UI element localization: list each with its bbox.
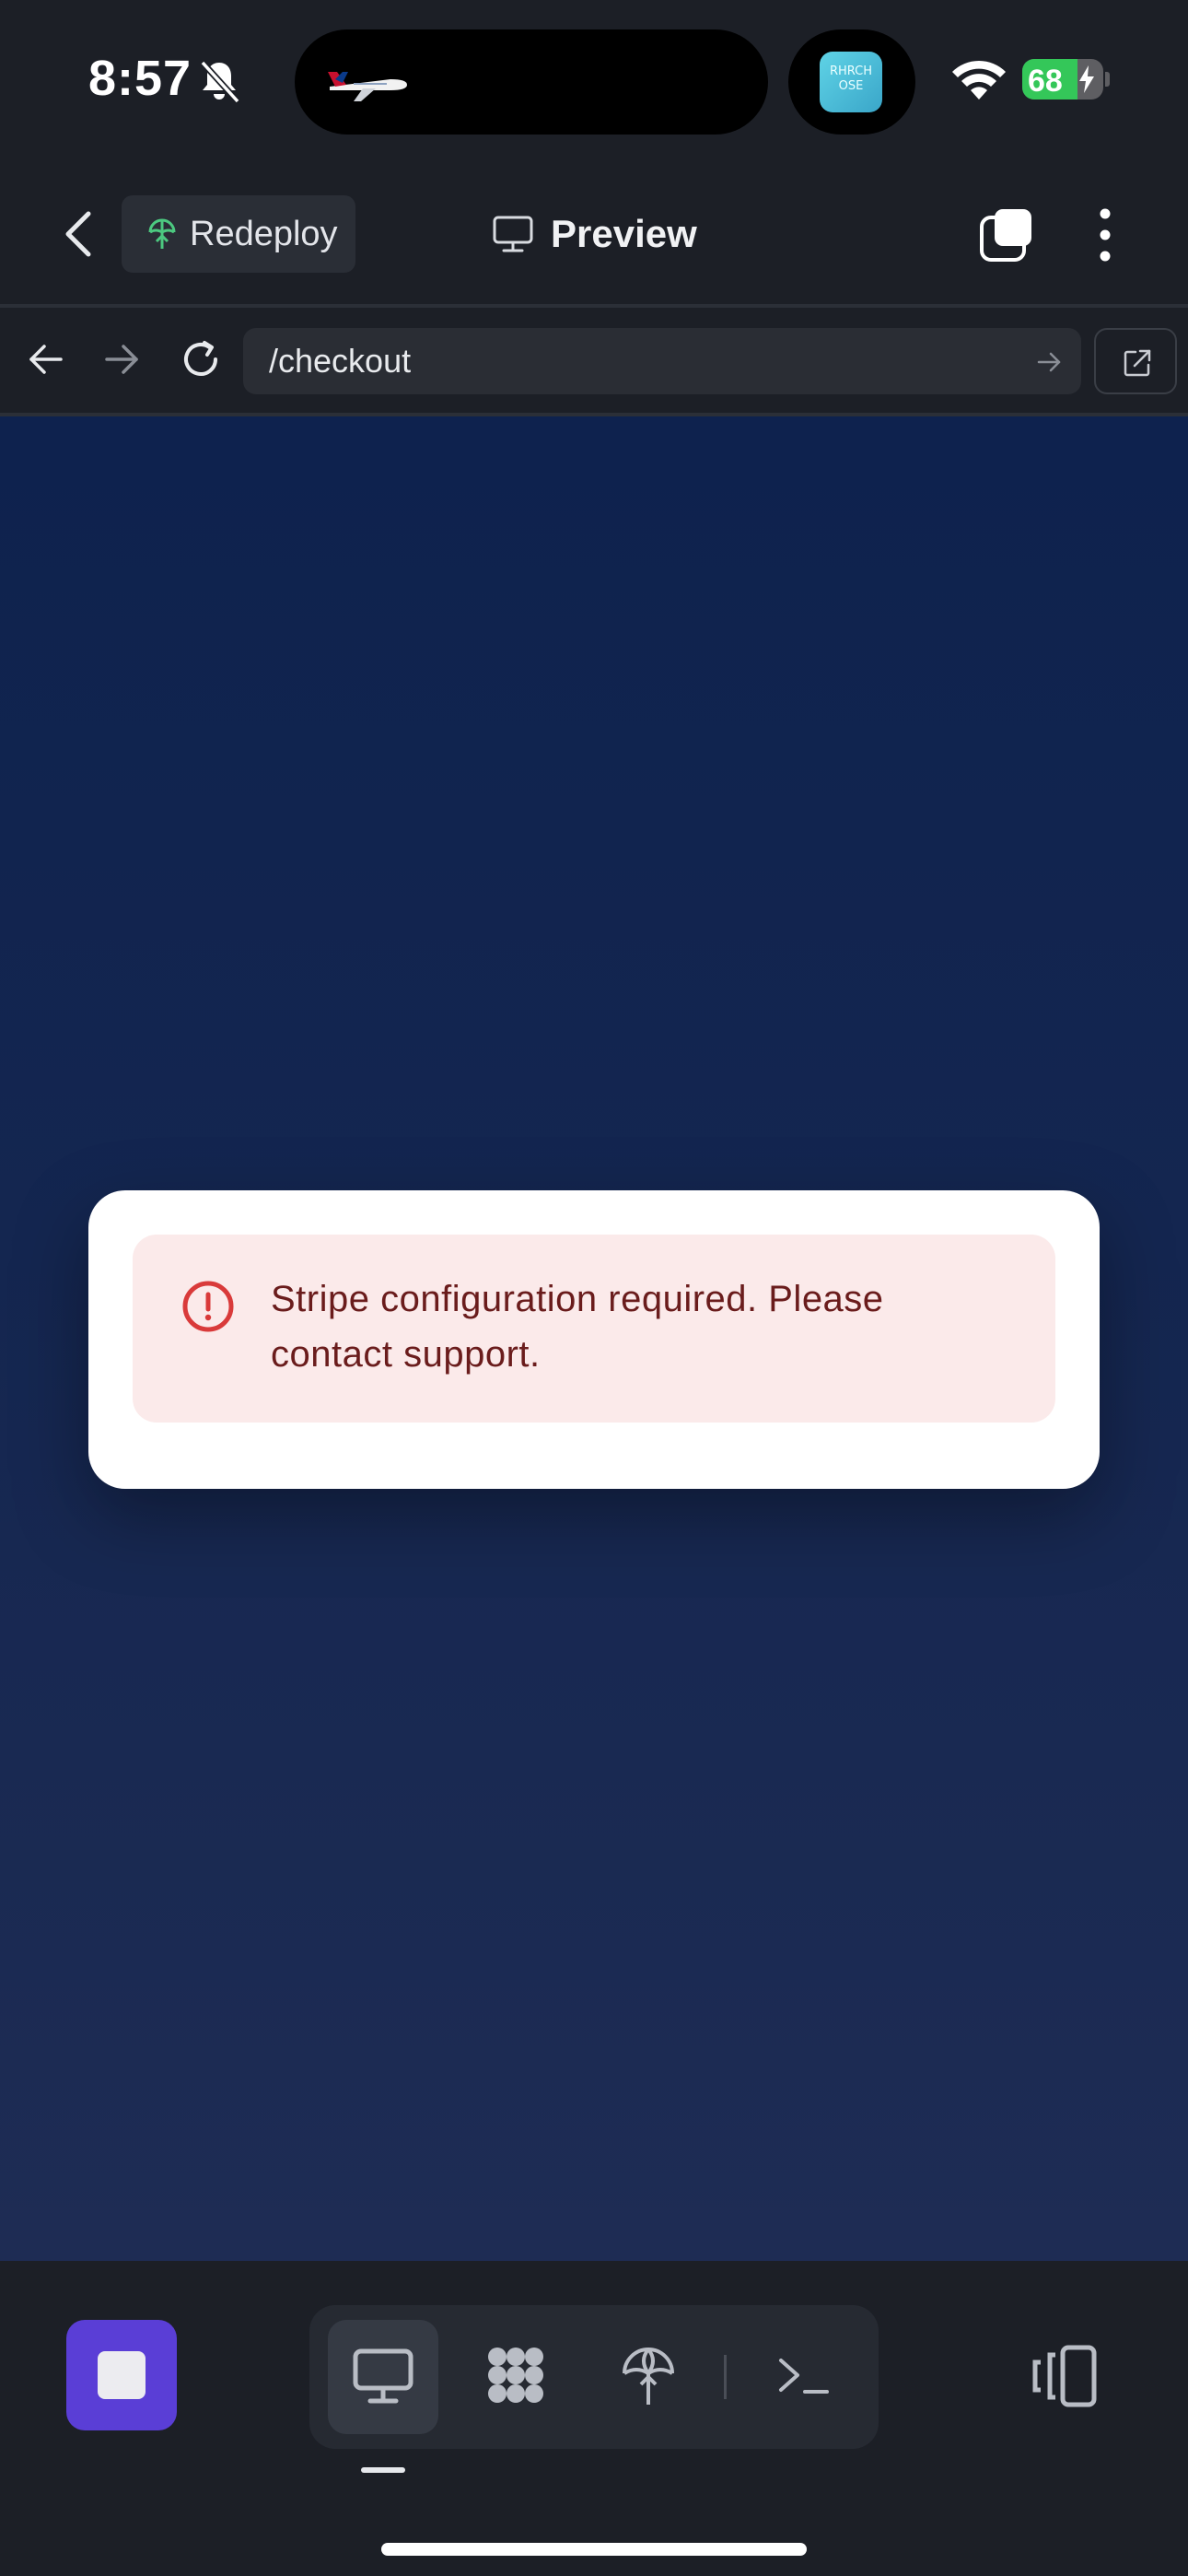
tabs-icon[interactable] [978,206,1035,263]
stop-button[interactable] [66,2320,177,2430]
tab-deploy[interactable] [593,2320,704,2434]
live-activity: RHRCH OSE [788,29,915,135]
bell-muted-icon [200,60,240,104]
redeploy-label: Redeploy [190,214,338,253]
checkout-card: Stripe configuration required. Please co… [88,1190,1100,1489]
home-indicator [381,2543,807,2556]
tab-integrations[interactable] [460,2320,571,2434]
tab-terminal[interactable] [750,2320,860,2434]
device-layout-icon[interactable] [1031,2344,1101,2408]
redeploy-button[interactable]: Redeploy [122,195,355,273]
deploy-icon [623,2348,674,2405]
arrow-right-icon[interactable] [99,337,144,381]
airplane-icon [328,72,407,101]
preview-title: Preview [492,205,697,263]
url-input[interactable]: /checkout [243,328,1081,394]
dynamic-island [295,29,768,135]
screen: 8:57 RHRCH OSE 68 Redeploy Preview /chec… [0,0,1188,2576]
battery-percent: 68 [1028,64,1063,99]
tab-preview[interactable] [328,2320,438,2434]
reload-icon[interactable] [177,335,225,383]
error-alert: Stripe configuration required. Please co… [133,1235,1055,1423]
web-preview: Stripe configuration required. Please co… [0,416,1188,2261]
error-message: Stripe configuration required. Please co… [271,1279,884,1375]
go-arrow-icon[interactable] [1035,348,1063,376]
status-time: 8:57 [88,51,192,106]
status-bar: 8:57 RHRCH OSE 68 [0,0,1188,161]
stop-icon [98,2351,146,2399]
view-switcher [309,2305,879,2449]
back-chevron-icon[interactable] [57,208,103,260]
battery-indicator: 68 [1022,59,1103,100]
battery-cap [1105,72,1110,87]
page-title: Preview [551,212,697,255]
more-options-icon[interactable] [1092,205,1118,265]
external-link-icon [1124,349,1151,377]
integrations-icon [488,2348,543,2403]
toolbar-separator [724,2355,727,2399]
wifi-icon [952,60,1006,100]
terminal-icon [779,2359,829,2394]
open-external-button[interactable] [1094,328,1177,394]
monitor-icon [493,216,533,252]
url-path: /checkout [269,342,412,380]
browser-nav-bar: /checkout [0,319,1188,404]
monitor-icon [353,2348,413,2404]
header-divider [0,304,1188,308]
bottom-toolbar [0,2261,1188,2576]
alert-circle-icon [182,1281,234,1332]
redeploy-icon [148,218,176,249]
active-tab-indicator [361,2467,405,2473]
app-header: Redeploy Preview [0,184,1188,304]
arrow-left-icon[interactable] [24,337,68,381]
live-activity-app-icon: RHRCH OSE [820,52,882,112]
charging-bolt-icon [1079,65,1094,93]
